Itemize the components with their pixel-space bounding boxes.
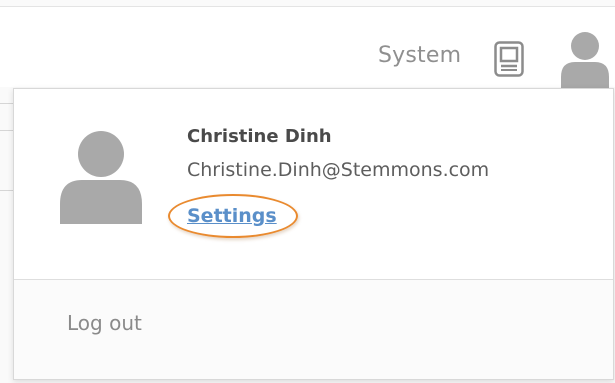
logout-label: Log out — [67, 311, 142, 335]
user-avatar-icon[interactable] — [557, 31, 613, 89]
logout-button[interactable]: Log out — [14, 280, 613, 379]
user-avatar-graphic — [561, 32, 609, 89]
background-divider — [0, 103, 14, 104]
user-name: Christine Dinh — [187, 126, 332, 147]
user-profile-section: Christine Dinh Christine.Dinh@Stemmons.c… — [14, 89, 613, 279]
user-menu-dropdown: Christine Dinh Christine.Dinh@Stemmons.c… — [13, 88, 614, 380]
device-icon-graphic — [494, 41, 524, 77]
user-email: Christine.Dinh@Stemmons.com — [187, 159, 490, 181]
page: System Christine Dinh Christine.Dinh@Ste… — [0, 0, 615, 383]
profile-avatar-icon — [58, 130, 144, 224]
app-header: System — [0, 7, 615, 89]
background-divider — [0, 190, 14, 191]
device-icon[interactable] — [494, 41, 524, 77]
profile-avatar-graphic — [60, 131, 142, 224]
system-menu-label[interactable]: System — [378, 43, 461, 68]
background-divider — [0, 130, 14, 131]
settings-link[interactable]: Settings — [187, 205, 277, 227]
